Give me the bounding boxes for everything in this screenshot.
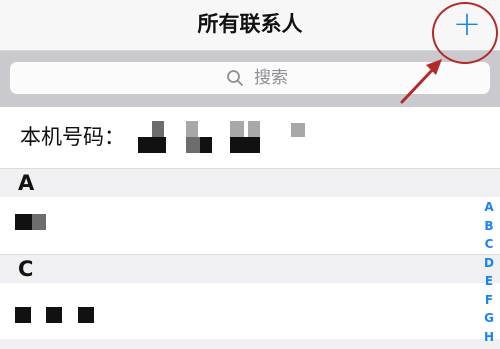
index-letter-e[interactable]: E <box>480 272 498 291</box>
index-letter-h[interactable]: H <box>480 328 498 347</box>
annotation-arrow-icon <box>400 59 442 104</box>
navigation-bar: 所有联系人 + <box>0 0 500 51</box>
contact-row[interactable] <box>0 197 500 252</box>
section-letter: A <box>18 171 35 195</box>
my-number-label: 本机号码： <box>20 125 125 149</box>
section-header-a: A <box>0 168 500 198</box>
section-header-c: C <box>0 254 500 284</box>
annotation-circle <box>432 2 498 64</box>
index-letter-g[interactable]: G <box>480 309 498 328</box>
search-placeholder: 搜索 <box>254 68 288 88</box>
section-letter: C <box>18 257 34 281</box>
index-letter-a[interactable]: A <box>480 198 498 217</box>
contact-row[interactable] <box>0 283 500 338</box>
index-letter-c[interactable]: C <box>480 235 498 254</box>
next-section-header <box>0 339 500 349</box>
index-letter-f[interactable]: F <box>480 291 498 310</box>
search-icon <box>227 70 243 86</box>
my-number-row[interactable]: 本机号码： <box>0 107 500 167</box>
alphabet-index[interactable]: A B C D E F G H <box>480 198 498 346</box>
page-title: 所有联系人 <box>197 12 303 36</box>
index-letter-d[interactable]: D <box>480 254 498 273</box>
index-letter-b[interactable]: B <box>480 217 498 236</box>
